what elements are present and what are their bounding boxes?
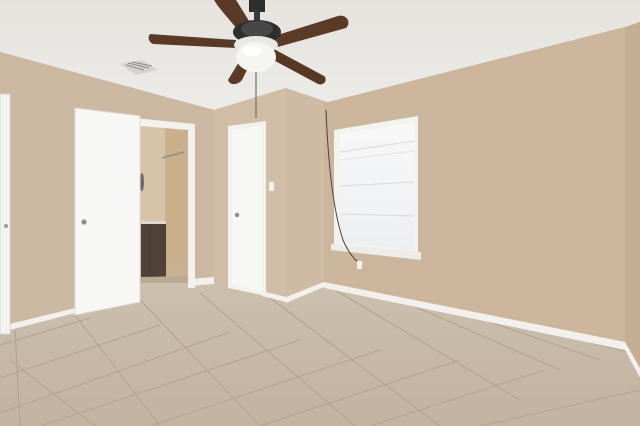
open-bathroom-door [75,108,140,315]
closet-door [232,126,262,292]
closet-knob-icon [234,212,240,218]
door-knob-icon [81,219,87,225]
fan-light-globe [236,42,276,72]
left-door-edge [0,94,10,334]
light-switch [268,181,275,192]
bathroom-cabinet [141,222,166,277]
room-illustration [0,0,640,426]
window-glass [340,122,414,250]
right-corner-wall [625,22,640,380]
wall-outlet [357,261,362,269]
left-door-knob-icon [4,224,8,228]
column-side-wall [286,88,324,302]
room-photo [0,0,640,426]
